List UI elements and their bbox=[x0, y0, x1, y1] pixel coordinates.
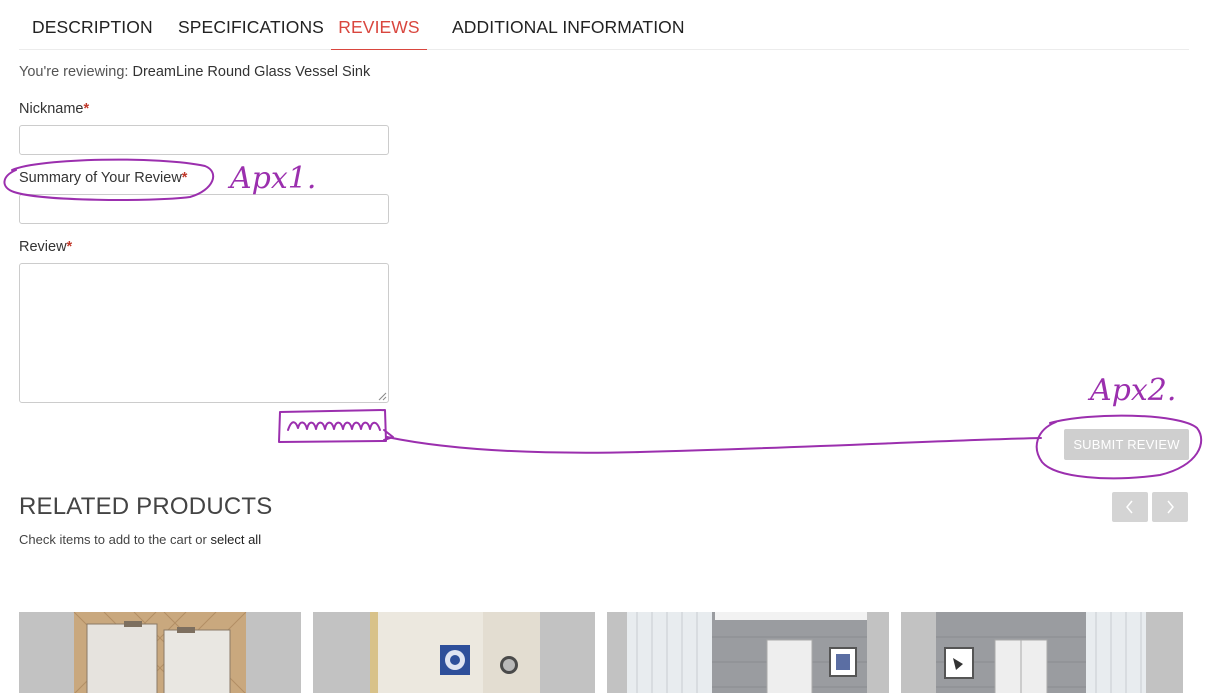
related-products-subtitle: Check items to add to the cart or select… bbox=[19, 532, 261, 547]
mirror-cabinet-image bbox=[19, 612, 301, 693]
review-label: Review* bbox=[19, 239, 72, 255]
select-all-link[interactable]: select all bbox=[211, 532, 262, 547]
tab-description[interactable]: DESCRIPTION bbox=[32, 0, 153, 50]
related-product-image[interactable] bbox=[313, 612, 595, 693]
summary-label: Summary of Your Review* bbox=[19, 170, 187, 186]
nickname-label-text: Nickname bbox=[19, 101, 84, 117]
annotation-note-2: Apx2. bbox=[1087, 373, 1176, 408]
summary-label-text: Summary of Your Review bbox=[19, 170, 182, 186]
medicine-cabinet-image bbox=[607, 612, 889, 693]
tab-additional-information[interactable]: ADDITIONAL INFORMATION bbox=[452, 0, 685, 50]
review-label-text: Review bbox=[19, 239, 67, 255]
double-cabinet-image bbox=[901, 612, 1183, 693]
reviewed-product-name: DreamLine Round Glass Vessel Sink bbox=[132, 64, 371, 80]
nickname-label: Nickname* bbox=[19, 101, 89, 117]
tab-reviews[interactable]: REVIEWS bbox=[331, 0, 427, 50]
related-subtitle-text: Check items to add to the cart or bbox=[19, 532, 207, 547]
annotation-arrowhead bbox=[383, 429, 394, 441]
resize-handle-icon[interactable] bbox=[378, 392, 387, 401]
annotation-scribble bbox=[287, 421, 381, 431]
bathroom-decor-image bbox=[313, 612, 595, 693]
chevron-left-icon bbox=[1126, 500, 1133, 514]
reviewing-prefix: You're reviewing: bbox=[19, 64, 129, 80]
related-products-title: RELATED PRODUCTS bbox=[19, 493, 273, 520]
carousel-next-button[interactable] bbox=[1152, 492, 1188, 522]
required-mark: * bbox=[181, 170, 188, 186]
required-mark: * bbox=[66, 239, 73, 255]
review-textarea[interactable] bbox=[19, 263, 389, 403]
annotation-note-1: Apx1. bbox=[227, 161, 316, 196]
related-product-image[interactable] bbox=[19, 612, 301, 693]
reviewing-line: You're reviewing: DreamLine Round Glass … bbox=[19, 64, 370, 80]
summary-field[interactable] bbox=[19, 194, 389, 224]
required-mark: * bbox=[83, 101, 90, 117]
product-tabs: DESCRIPTION SPECIFICATIONS REVIEWS ADDIT… bbox=[19, 0, 1189, 50]
related-product-image[interactable] bbox=[901, 612, 1183, 693]
related-product-image[interactable] bbox=[607, 612, 889, 693]
tab-specifications[interactable]: SPECIFICATIONS bbox=[178, 0, 324, 50]
carousel-prev-button[interactable] bbox=[1112, 492, 1148, 522]
annotation-connector bbox=[386, 436, 1042, 454]
annotation-box bbox=[278, 409, 387, 443]
nickname-field[interactable] bbox=[19, 125, 389, 155]
chevron-right-icon bbox=[1167, 500, 1174, 514]
submit-review-button[interactable]: SUBMIT REVIEW bbox=[1064, 429, 1189, 460]
